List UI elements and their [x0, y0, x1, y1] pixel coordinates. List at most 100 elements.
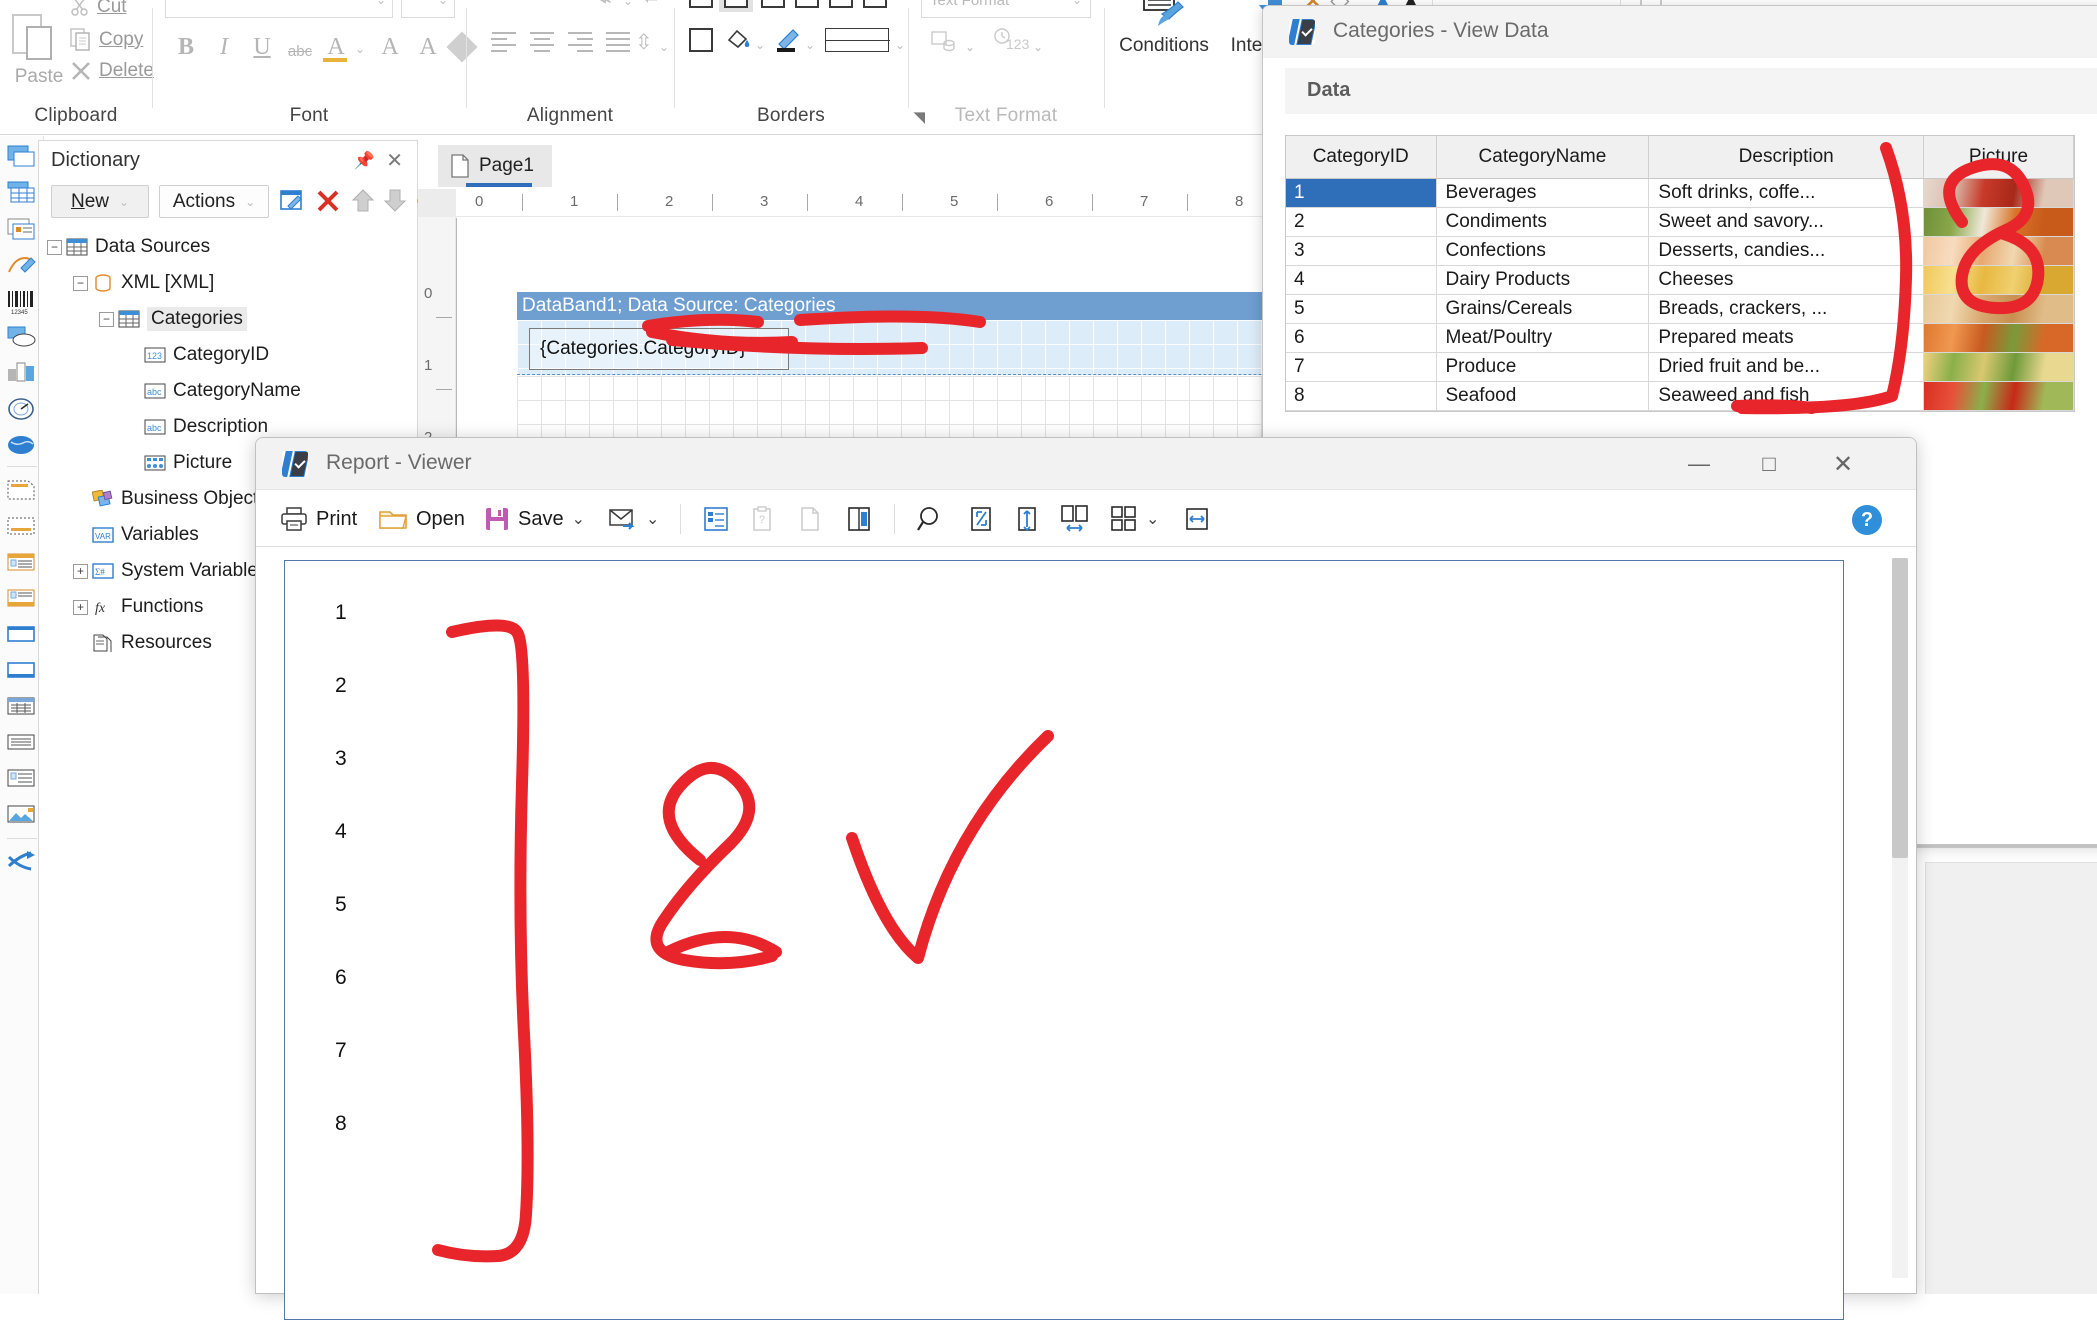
multi-pages-button[interactable]: ⌄ — [1110, 500, 1159, 538]
line-spacing-icon[interactable]: ⇳ — [635, 30, 653, 55]
viewer-scrollbar[interactable] — [1892, 558, 1908, 1278]
table-row[interactable]: 6 Meat/Poultry Prepared meats — [1286, 323, 2074, 353]
cut-button[interactable]: Cut — [70, 0, 127, 18]
image-band-icon[interactable] — [5, 802, 39, 832]
report-title-band-icon[interactable] — [5, 478, 39, 508]
thumbnails-button[interactable] — [846, 500, 872, 538]
copy-button[interactable]: Copy — [70, 28, 143, 52]
italic-button[interactable]: I — [207, 30, 241, 64]
cell-picture[interactable] — [1923, 352, 2074, 382]
group-footer-band-icon[interactable] — [5, 658, 39, 688]
word-wrap-icon[interactable]: ⏎ — [643, 0, 658, 9]
fill-color-chevron-down-icon[interactable]: ⌄ — [755, 38, 765, 52]
border-all-button[interactable] — [719, 0, 753, 12]
multi-pages-chevron-down-icon[interactable]: ⌄ — [1146, 509, 1159, 529]
cell-categoryname[interactable]: Confections — [1436, 236, 1650, 266]
group-header-band-icon[interactable] — [5, 622, 39, 652]
tree-item-xml-xml[interactable]: − XML [XML] — [47, 265, 417, 301]
header-band-icon[interactable] — [5, 766, 39, 796]
cell-description[interactable]: Cheeses — [1648, 265, 1924, 295]
column-header-categoryid[interactable]: CategoryID — [1286, 136, 1437, 179]
border-color-icon[interactable] — [773, 26, 803, 54]
view-data-grid[interactable]: CategoryID CategoryName Description Picture… — [1285, 135, 2075, 412]
cell-categoryid[interactable]: 8 — [1286, 381, 1437, 411]
cell-categoryid[interactable]: 4 — [1286, 265, 1437, 295]
text-format-combo[interactable]: Text Format ⌄ — [921, 0, 1091, 18]
table-component-icon[interactable] — [5, 180, 39, 210]
border-top-button[interactable] — [795, 0, 819, 8]
delete-icon[interactable] — [315, 188, 341, 214]
align-left-button[interactable] — [487, 28, 521, 58]
table-row[interactable]: 4 Dairy Products Cheeses — [1286, 265, 2074, 295]
zoom-button[interactable] — [916, 500, 944, 538]
shape-component-icon[interactable] — [5, 324, 39, 354]
border-right-button[interactable] — [829, 0, 853, 8]
border-style-chevron-down-icon[interactable]: ⌄ — [895, 38, 905, 52]
fit-width-button[interactable] — [1184, 500, 1210, 538]
cell-description[interactable]: Dried fruit and be... — [1648, 352, 1924, 382]
cell-picture[interactable] — [1923, 236, 2074, 266]
font-color-chevron-down-icon[interactable]: ⌄ — [355, 42, 365, 56]
report-page[interactable]: 1 2 3 4 5 6 7 8 — [284, 560, 1844, 1320]
close-icon[interactable]: ✕ — [386, 148, 403, 173]
text-direction-chevron-down-icon[interactable]: ⌄ — [623, 0, 633, 8]
new-button[interactable]: New ⌄ — [51, 185, 149, 218]
cell-categoryid[interactable]: 5 — [1286, 294, 1437, 324]
move-down-icon[interactable] — [383, 188, 407, 214]
align-top-button[interactable] — [487, 0, 521, 18]
align-middle-button[interactable] — [525, 0, 559, 18]
cell-picture[interactable] — [1923, 178, 2074, 208]
fill-color-icon[interactable] — [725, 26, 751, 52]
barcode-component-icon[interactable]: 12345 — [5, 288, 39, 318]
cell-categoryname[interactable]: Beverages — [1436, 178, 1650, 208]
close-button[interactable]: ✕ — [1812, 438, 1874, 490]
tree-item-categories[interactable]: − Categories — [47, 301, 417, 337]
parameters-button[interactable]: ? — [750, 500, 774, 538]
save-chevron-down-icon[interactable]: ⌄ — [572, 509, 585, 529]
paste-button[interactable]: Paste — [4, 4, 74, 100]
tree-item-categoryname[interactable]: abc CategoryName — [47, 373, 417, 409]
fit-height-button[interactable] — [1016, 500, 1038, 538]
table-row[interactable]: 1 Beverages Soft drinks, coffe... — [1286, 178, 2074, 208]
email-button[interactable]: ⌄ — [608, 500, 659, 538]
align-right-button[interactable] — [563, 28, 597, 58]
border-none-button[interactable] — [689, 0, 713, 8]
font-family-combo[interactable]: ⌄ — [165, 0, 393, 18]
column-header-description[interactable]: Description — [1648, 136, 1924, 179]
bookmarks-button[interactable] — [702, 500, 730, 538]
border-color-chevron-down-icon[interactable]: ⌄ — [805, 38, 815, 52]
scrollbar-thumb[interactable] — [1892, 558, 1908, 858]
cell-categoryid[interactable]: 1 — [1286, 178, 1437, 208]
datetime-format-chevron-down-icon[interactable]: ⌄ — [1033, 40, 1043, 54]
border-bottom-button[interactable] — [863, 0, 887, 8]
table-row[interactable]: 3 Confections Desserts, candies... — [1286, 236, 2074, 266]
chart-component-icon[interactable] — [5, 360, 39, 390]
cell-categoryname[interactable]: Meat/Poultry — [1436, 323, 1650, 353]
maximize-button[interactable]: □ — [1738, 438, 1800, 490]
view-data-titlebar[interactable]: Categories - View Data — [1263, 6, 2097, 58]
cell-categoryname[interactable]: Seafood — [1436, 381, 1650, 411]
copy-page-button[interactable] — [798, 500, 824, 538]
cell-categoryname[interactable]: Grains/Cereals — [1436, 294, 1650, 324]
cell-categoryname[interactable]: Produce — [1436, 352, 1650, 382]
map-component-icon[interactable] — [5, 432, 39, 462]
strikethrough-button[interactable]: abc — [283, 34, 317, 68]
pin-icon[interactable]: 📌 — [354, 151, 375, 171]
cell-picture[interactable] — [1923, 294, 2074, 324]
border-outline-button[interactable] — [689, 28, 713, 52]
save-button[interactable]: Save ⌄ — [484, 500, 585, 538]
cell-categoryname[interactable]: Dairy Products — [1436, 265, 1650, 295]
collapse-icon[interactable]: − — [47, 239, 62, 255]
underline-button[interactable]: U — [245, 30, 279, 64]
align-bottom-button[interactable] — [563, 0, 597, 18]
viewer-titlebar[interactable]: Report - Viewer — □ ✕ — [256, 438, 1916, 490]
conditions-button[interactable]: A Conditions — [1112, 0, 1216, 57]
justify-button[interactable] — [601, 28, 635, 58]
page-footer-band-icon[interactable] — [5, 586, 39, 616]
cell-categoryid[interactable]: 3 — [1286, 236, 1437, 266]
data-band-icon[interactable] — [5, 694, 39, 724]
border-left-button[interactable] — [761, 0, 785, 8]
tree-item-data-sources[interactable]: − Data Sources — [47, 229, 417, 265]
gauge-component-icon[interactable] — [5, 396, 39, 426]
tree-item-categoryid[interactable]: 123 CategoryID — [47, 337, 417, 373]
